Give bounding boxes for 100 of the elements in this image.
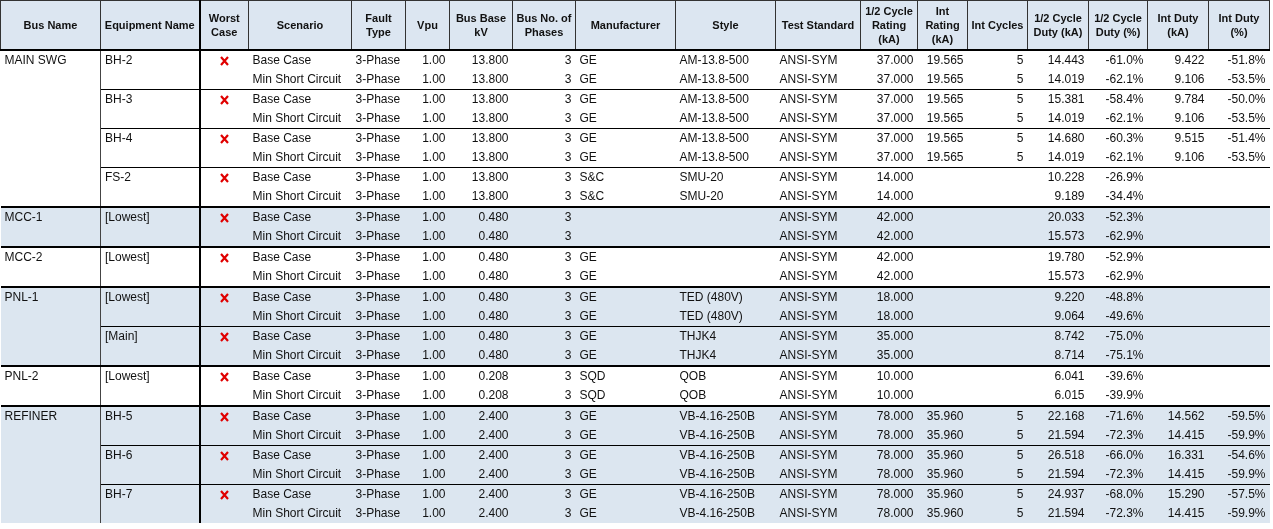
column-header[interactable]: 1/2 Cycle Duty (kA) bbox=[1027, 0, 1089, 50]
table-cell: 1.00 bbox=[405, 287, 450, 307]
table-cell: 0.480 bbox=[449, 267, 513, 287]
table-cell: 5 bbox=[967, 89, 1028, 109]
table-cell: SMU-20 bbox=[675, 187, 776, 207]
table-cell: S&C bbox=[575, 187, 676, 207]
table-cell: 3-Phase bbox=[351, 207, 406, 227]
table-cell: 1.00 bbox=[405, 167, 450, 187]
table-cell: 8.742 bbox=[1027, 326, 1089, 346]
table-cell: 1.00 bbox=[405, 366, 450, 386]
table-cell: 3 bbox=[512, 187, 576, 207]
column-header[interactable]: Test Standard bbox=[775, 0, 861, 50]
table-cell: 78.000 bbox=[860, 445, 918, 465]
table-cell: 1.00 bbox=[405, 50, 450, 70]
table-cell: 19.780 bbox=[1027, 247, 1089, 267]
column-header[interactable]: 1/2 Cycle Rating (kA) bbox=[860, 0, 918, 50]
column-header[interactable]: Bus Base kV bbox=[449, 0, 513, 50]
table-cell: 3-Phase bbox=[351, 267, 406, 287]
column-header[interactable]: 1/2 Cycle Duty (%) bbox=[1088, 0, 1148, 50]
table-cell: [Lowest] bbox=[100, 287, 200, 327]
table-cell: 0.480 bbox=[449, 326, 513, 346]
table-cell: 9.220 bbox=[1027, 287, 1089, 307]
table-cell: 9.189 bbox=[1027, 187, 1089, 207]
table-cell: 1.00 bbox=[405, 267, 450, 287]
table-cell: 0.480 bbox=[449, 307, 513, 327]
table-cell: 1.00 bbox=[405, 484, 450, 504]
table-cell: 9.106 bbox=[1147, 109, 1209, 129]
table-cell: 3-Phase bbox=[351, 227, 406, 247]
table-cell: GE bbox=[575, 287, 676, 307]
table-cell: 0.480 bbox=[449, 287, 513, 307]
table-cell: 14.019 bbox=[1027, 109, 1089, 129]
table-cell: Min Short Circuit bbox=[248, 307, 352, 327]
column-header[interactable]: Int Duty (%) bbox=[1208, 0, 1270, 50]
table-cell: 5 bbox=[967, 148, 1028, 168]
column-header[interactable]: Equipment Name bbox=[100, 0, 200, 50]
table-cell: -54.6% bbox=[1208, 445, 1270, 465]
table-cell: 37.000 bbox=[860, 148, 918, 168]
table-cell: -72.3% bbox=[1088, 504, 1148, 523]
table-cell: -62.1% bbox=[1088, 70, 1148, 90]
column-header[interactable]: Int Rating (kA) bbox=[917, 0, 968, 50]
table-cell: 35.960 bbox=[917, 426, 968, 446]
table-cell: BH-4 bbox=[100, 128, 200, 168]
column-header[interactable]: Manufacturer bbox=[575, 0, 676, 50]
column-header[interactable]: Int Duty (kA) bbox=[1147, 0, 1209, 50]
column-header[interactable]: Bus Name bbox=[0, 0, 101, 50]
table-cell: ANSI-SYM bbox=[775, 386, 861, 406]
table-cell: 15.290 bbox=[1147, 484, 1209, 504]
table-cell: ANSI-SYM bbox=[775, 89, 861, 109]
table-cell: 13.800 bbox=[449, 50, 513, 70]
table-cell: [Main] bbox=[100, 326, 200, 366]
table-cell: 1.00 bbox=[405, 148, 450, 168]
table-cell: -62.9% bbox=[1088, 267, 1148, 287]
table-cell: Min Short Circuit bbox=[248, 346, 352, 366]
column-header[interactable]: Vpu bbox=[405, 0, 450, 50]
table-cell: 19.565 bbox=[917, 148, 968, 168]
table-cell: 14.415 bbox=[1147, 426, 1209, 446]
table-cell: -62.1% bbox=[1088, 148, 1148, 168]
table-cell: 3-Phase bbox=[351, 247, 406, 267]
table-cell: 3 bbox=[512, 227, 576, 247]
table-cell: 16.331 bbox=[1147, 445, 1209, 465]
table-cell: 3-Phase bbox=[351, 465, 406, 485]
table-cell: 15.573 bbox=[1027, 267, 1089, 287]
table-cell: Base Case bbox=[248, 287, 352, 307]
table-cell: 3-Phase bbox=[351, 426, 406, 446]
table-cell: SQD bbox=[575, 386, 676, 406]
table-cell: 2.400 bbox=[449, 465, 513, 485]
column-header[interactable]: Scenario bbox=[248, 0, 352, 50]
table-cell: MCC-1 bbox=[0, 207, 101, 247]
column-header[interactable]: Worst Case bbox=[199, 0, 249, 50]
table-cell: 3 bbox=[512, 445, 576, 465]
table-cell: BH-7 bbox=[100, 484, 200, 523]
table-cell: TED (480V) bbox=[675, 307, 776, 327]
table-cell: 3 bbox=[512, 326, 576, 346]
table-cell: Min Short Circuit bbox=[248, 148, 352, 168]
table-cell: AM-13.8-500 bbox=[675, 50, 776, 70]
table-cell: ANSI-SYM bbox=[775, 187, 861, 207]
table-cell: 3 bbox=[512, 267, 576, 287]
table-cell: THJK4 bbox=[675, 346, 776, 366]
table-cell: 18.000 bbox=[860, 307, 918, 327]
table-cell: -68.0% bbox=[1088, 484, 1148, 504]
table-cell: THJK4 bbox=[675, 326, 776, 346]
column-header[interactable]: Bus No. of Phases bbox=[512, 0, 576, 50]
table-cell: 13.800 bbox=[449, 167, 513, 187]
table-cell: GE bbox=[575, 346, 676, 366]
table-cell: PNL-1 bbox=[0, 287, 101, 366]
column-header[interactable]: Fault Type bbox=[351, 0, 406, 50]
table-cell: 3-Phase bbox=[351, 70, 406, 90]
table-cell: BH-2 bbox=[100, 50, 200, 90]
table-cell: GE bbox=[575, 50, 676, 70]
table-cell: 21.594 bbox=[1027, 426, 1089, 446]
table-cell: 3 bbox=[512, 346, 576, 366]
column-header[interactable]: Style bbox=[675, 0, 776, 50]
table-cell: GE bbox=[575, 109, 676, 129]
table-cell: 8.714 bbox=[1027, 346, 1089, 366]
table-cell: 1.00 bbox=[405, 346, 450, 366]
table-cell: GE bbox=[575, 148, 676, 168]
column-header[interactable]: Int Cycles bbox=[967, 0, 1028, 50]
table-cell: 1.00 bbox=[405, 426, 450, 446]
table-cell: 14.562 bbox=[1147, 406, 1209, 426]
table-cell: -72.3% bbox=[1088, 465, 1148, 485]
